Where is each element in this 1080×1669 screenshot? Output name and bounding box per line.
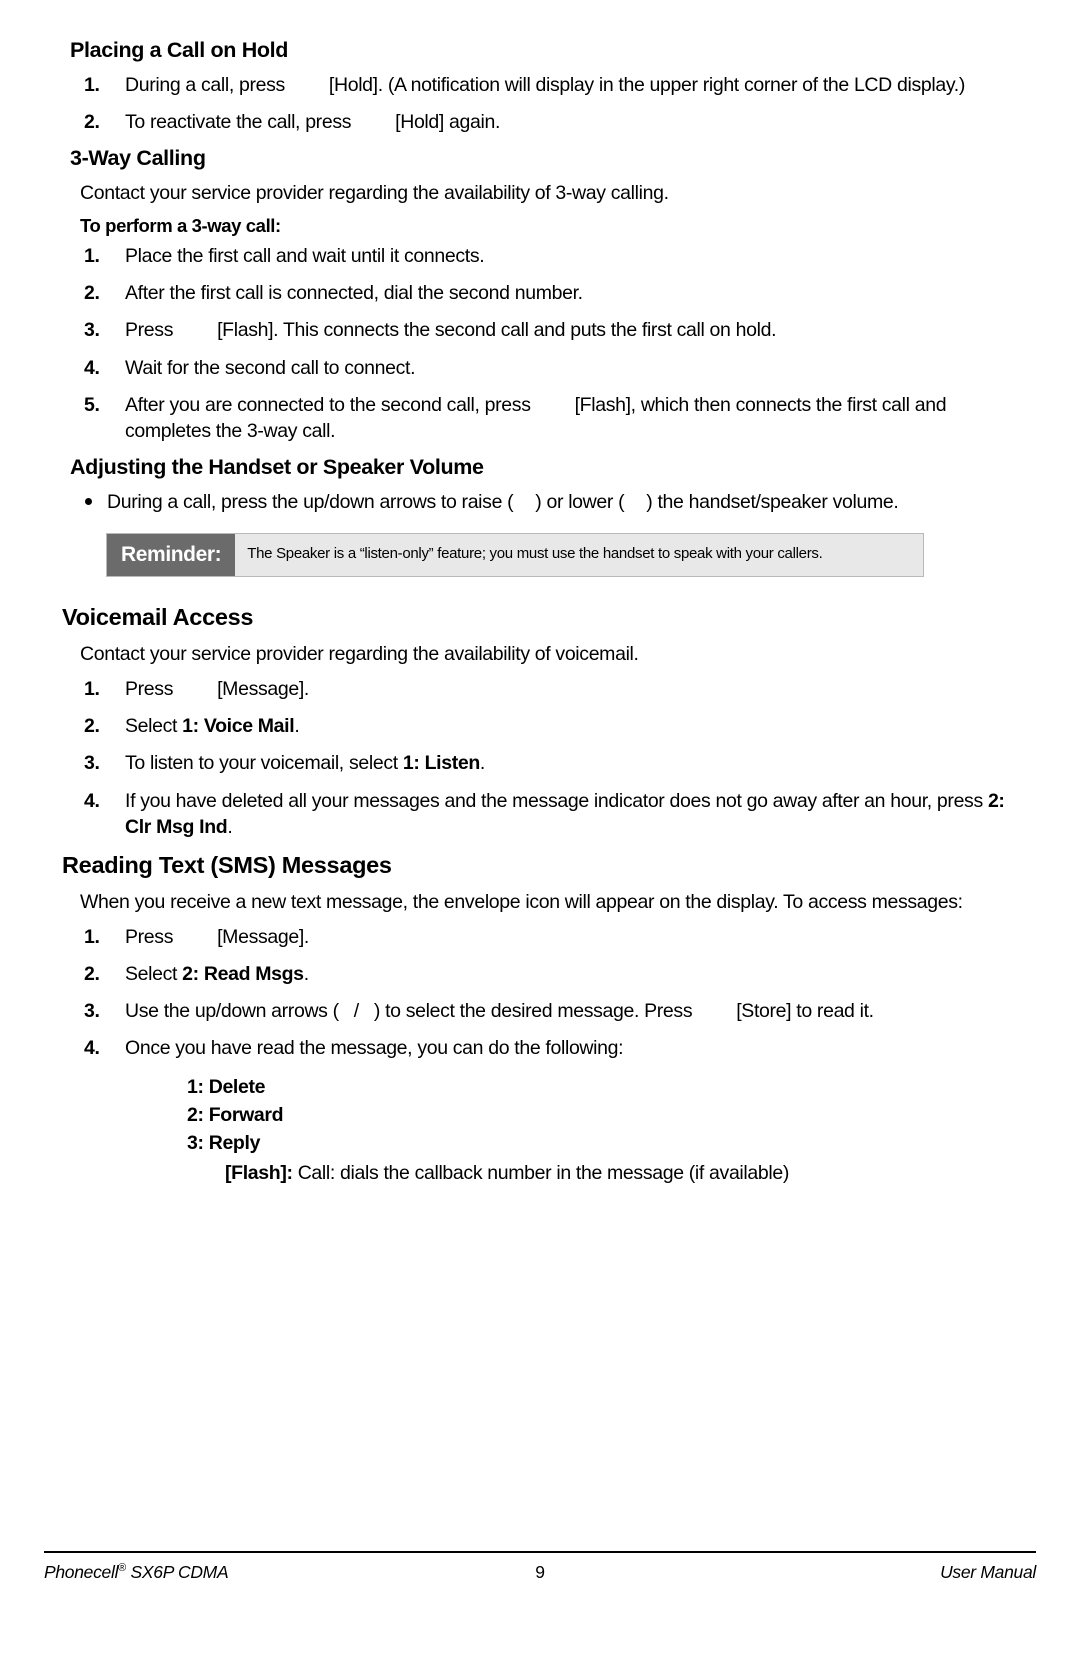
step-number: 2.: [84, 963, 100, 986]
step-text-post-2: [Store] to read it.: [736, 1000, 874, 1023]
steps-reading-sms: 1. Press [Message]. 2. Select 2: Read Msg…: [62, 924, 1018, 1062]
heading-adjusting-the-handset-or-speaker-volume: Adjusting the Handset or Speaker Volume: [70, 454, 484, 479]
step-text-pre: Place the first call and wait until it c…: [125, 245, 485, 268]
footer-manual-label: User Manual: [940, 1562, 1036, 1582]
step-text-pre: After you are connected to the second ca…: [125, 393, 531, 416]
list-item: 3. Use the up/down arrows ( / ) to select …: [62, 998, 1018, 1024]
sms-option-delete: 1: Delete: [187, 1075, 266, 1098]
reminder-label: Reminder:: [107, 533, 236, 576]
steps-placing-a-call-on-hold: 1. During a call, press [Hold]. (A notifi…: [62, 72, 1018, 135]
step-text-bold: 1: Listen: [402, 752, 480, 775]
list-item: 3. Press [Flash]. This connects the secon…: [62, 317, 1018, 343]
footer-divider: [44, 1551, 1036, 1553]
step-text-pre: During a call, press: [125, 73, 285, 96]
step-text-pre: Press: [125, 926, 174, 949]
footer-row: Phonecell® SX6P CDMA 9 User Manual: [44, 1562, 1036, 1583]
step-text-post: ) to select the desired message. Press: [373, 1000, 693, 1023]
paragraph-voicemail-intro: Contact your service provider regarding …: [80, 643, 639, 666]
step-number: 4.: [84, 789, 100, 812]
step-number: 2.: [84, 715, 100, 738]
list-item: 2. To reactivate the call, press [Hold] a…: [62, 109, 1018, 135]
step-text-bold: 2: Read Msgs: [182, 963, 304, 986]
bullets-adjusting-volume: During a call, press the up/down arrows …: [62, 489, 1018, 515]
step-text-pre: Select: [125, 715, 183, 738]
step-text-post: .: [303, 963, 309, 986]
reminder-callout: Reminder: The Speaker is a “listen-only”…: [106, 532, 924, 577]
step-text-pre: To listen to your voicemail, select: [125, 752, 403, 775]
step-number: 4.: [84, 1037, 100, 1060]
page-footer: Phonecell® SX6P CDMA 9 User Manual: [44, 1551, 1036, 1583]
list-item: 2. After the first call is connected, di…: [62, 280, 1018, 306]
list-item: 4. Once you have read the message, you c…: [62, 1035, 1018, 1061]
step-text-pre: Once you have read the message, you can …: [125, 1037, 624, 1060]
footer-product-model: SX6P CDMA: [125, 1562, 229, 1582]
step-text-pre: Press: [125, 678, 174, 701]
step-number: 3.: [84, 1000, 100, 1023]
paragraph-3-way-intro: Contact your service provider regarding …: [80, 181, 669, 204]
footer-product-name: Phonecell® SX6P CDMA: [44, 1562, 535, 1583]
list-item: 4. Wait for the second call to connect.: [62, 355, 1018, 381]
sms-flash-text: Call: dials the callback number in the m…: [292, 1162, 790, 1185]
step-number: 5.: [84, 393, 100, 416]
step-number: 1.: [84, 245, 100, 268]
list-item: 3. To listen to your voicemail, select 1…: [62, 750, 1018, 776]
document-page: Placing a Call on Hold 1. During a call,…: [0, 0, 1080, 1669]
step-text-pre: Press: [125, 319, 174, 342]
step-text-pre: Use the up/down arrows (: [125, 1000, 339, 1023]
list-item: 1. Place the first call and wait until i…: [62, 243, 1018, 269]
registered-trademark-icon: ®: [118, 1562, 126, 1575]
step-number: 1.: [84, 73, 100, 96]
step-number: 1.: [84, 678, 100, 701]
steps-3-way-calling: 1. Place the first call and wait until i…: [62, 243, 1018, 444]
sms-option-forward: 2: Forward: [187, 1103, 284, 1126]
list-item: During a call, press the up/down arrows …: [62, 489, 1018, 515]
heading-reading-text-sms-messages: Reading Text (SMS) Messages: [62, 851, 392, 878]
step-text-pre: To reactivate the call, press: [125, 110, 352, 133]
bullet-text-pre: During a call, press the up/down arrows …: [107, 490, 514, 513]
step-text-post: .: [294, 715, 300, 738]
bullet-text-post: ) the handset/speaker volume.: [646, 490, 899, 513]
step-text-mid: /: [353, 1000, 359, 1023]
step-number: 1.: [84, 926, 100, 949]
step-text-pre: Wait for the second call to connect.: [125, 356, 416, 379]
step-text-post: .: [227, 815, 233, 838]
step-number: 4.: [84, 356, 100, 379]
step-text-pre: Select: [125, 963, 183, 986]
list-item: 5. After you are connected to the second…: [62, 392, 1018, 444]
list-item: 2. Select 2: Read Msgs.: [62, 961, 1018, 987]
step-text-post: [Hold]. (A notification will display in …: [328, 73, 965, 96]
steps-voicemail-access: 1. Press [Message]. 2. Select 1: Voice Ma…: [62, 676, 1018, 840]
step-text-post: .: [479, 752, 485, 775]
step-number: 3.: [84, 319, 100, 342]
list-item: 1. Press [Message].: [62, 924, 1018, 950]
step-text-pre: If you have deleted all your messages an…: [125, 789, 988, 812]
step-text-post: [Message].: [217, 926, 309, 949]
list-item: 2. Select 1: Voice Mail.: [62, 713, 1018, 739]
subheading-to-perform-a-3-way-call: To perform a 3-way call:: [80, 214, 281, 236]
step-number: 2.: [84, 110, 100, 133]
list-item: 1. During a call, press [Hold]. (A notifi…: [62, 72, 1018, 98]
bullet-dot-icon: [85, 497, 92, 505]
step-text-post: [Flash]. This connects the second call a…: [217, 319, 777, 342]
step-text-post: [Hold] again.: [395, 110, 501, 133]
step-number: 3.: [84, 752, 100, 775]
footer-product-text: Phonecell: [44, 1562, 119, 1582]
step-text-pre: After the first call is connected, dial …: [125, 282, 583, 305]
step-number: 2.: [84, 282, 100, 305]
heading-voicemail-access: Voicemail Access: [62, 603, 254, 630]
list-item: 4. If you have deleted all your messages…: [62, 788, 1018, 840]
sms-flash-line: [Flash]: Call: dials the callback number…: [225, 1159, 1018, 1187]
heading-3-way-calling: 3-Way Calling: [70, 146, 206, 171]
step-text-bold: 1: Voice Mail: [182, 715, 295, 738]
list-item: 1. Press [Message].: [62, 676, 1018, 702]
bullet-text-mid: ) or lower (: [535, 490, 625, 513]
sms-option-reply: 3: Reply: [187, 1132, 261, 1155]
step-text-post: [Message].: [217, 678, 309, 701]
heading-placing-a-call-on-hold: Placing a Call on Hold: [70, 38, 289, 62]
paragraph-sms-intro: When you receive a new text message, the…: [80, 890, 963, 913]
sms-flash-label: [Flash]:: [225, 1162, 293, 1185]
footer-page-number: 9: [535, 1562, 545, 1582]
reminder-text: The Speaker is a “listen-only” feature; …: [235, 533, 923, 576]
